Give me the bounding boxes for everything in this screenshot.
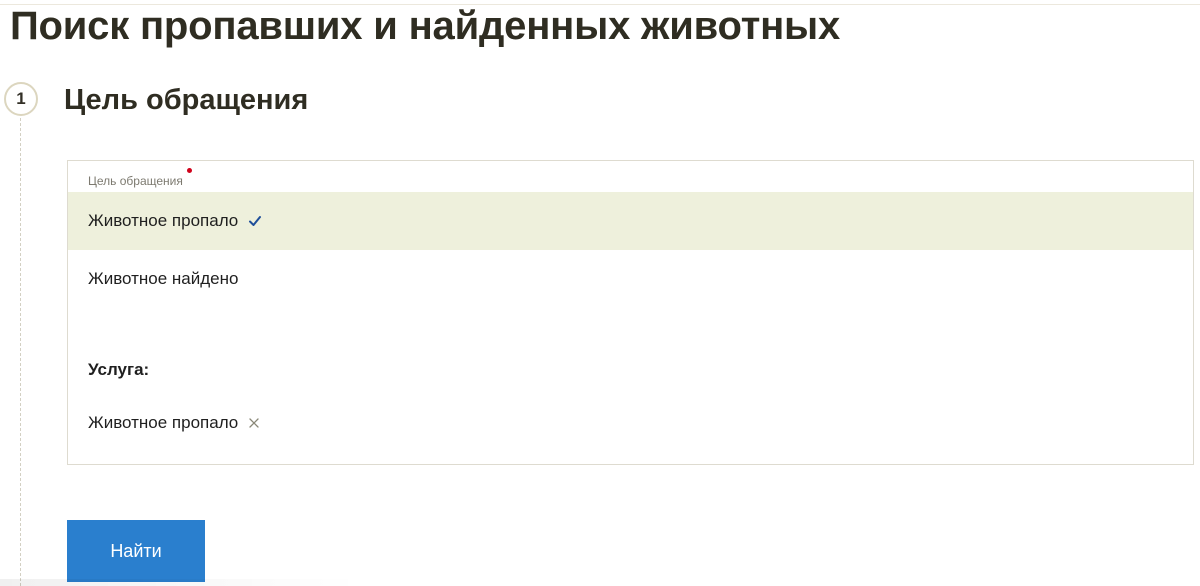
bottom-shadow bbox=[0, 579, 360, 586]
option-label: Животное пропало bbox=[88, 211, 239, 230]
search-button[interactable]: Найти bbox=[67, 520, 205, 582]
selected-service-tag: Животное пропало bbox=[88, 413, 260, 433]
purpose-field-label: Цель обращения bbox=[88, 168, 192, 188]
option-label: Животное найдено bbox=[88, 269, 239, 288]
step-connector-line bbox=[20, 118, 21, 586]
required-indicator bbox=[186, 168, 192, 173]
selected-service-label: Животное пропало bbox=[88, 413, 239, 432]
close-icon[interactable] bbox=[248, 417, 260, 429]
section-title: Цель обращения bbox=[64, 84, 309, 116]
option-animal-found[interactable]: Животное найдено bbox=[68, 250, 1193, 308]
page-title: Поиск пропавших и найденных животных bbox=[10, 4, 841, 48]
service-heading: Услуга: bbox=[88, 360, 150, 379]
purpose-field-label-text: Цель обращения bbox=[88, 174, 183, 188]
purpose-select: Цель обращения Животное пропало Животное… bbox=[67, 160, 1194, 465]
step-number-badge: 1 bbox=[4, 82, 38, 116]
check-icon bbox=[249, 216, 262, 226]
option-animal-lost[interactable]: Животное пропало bbox=[68, 192, 1193, 250]
